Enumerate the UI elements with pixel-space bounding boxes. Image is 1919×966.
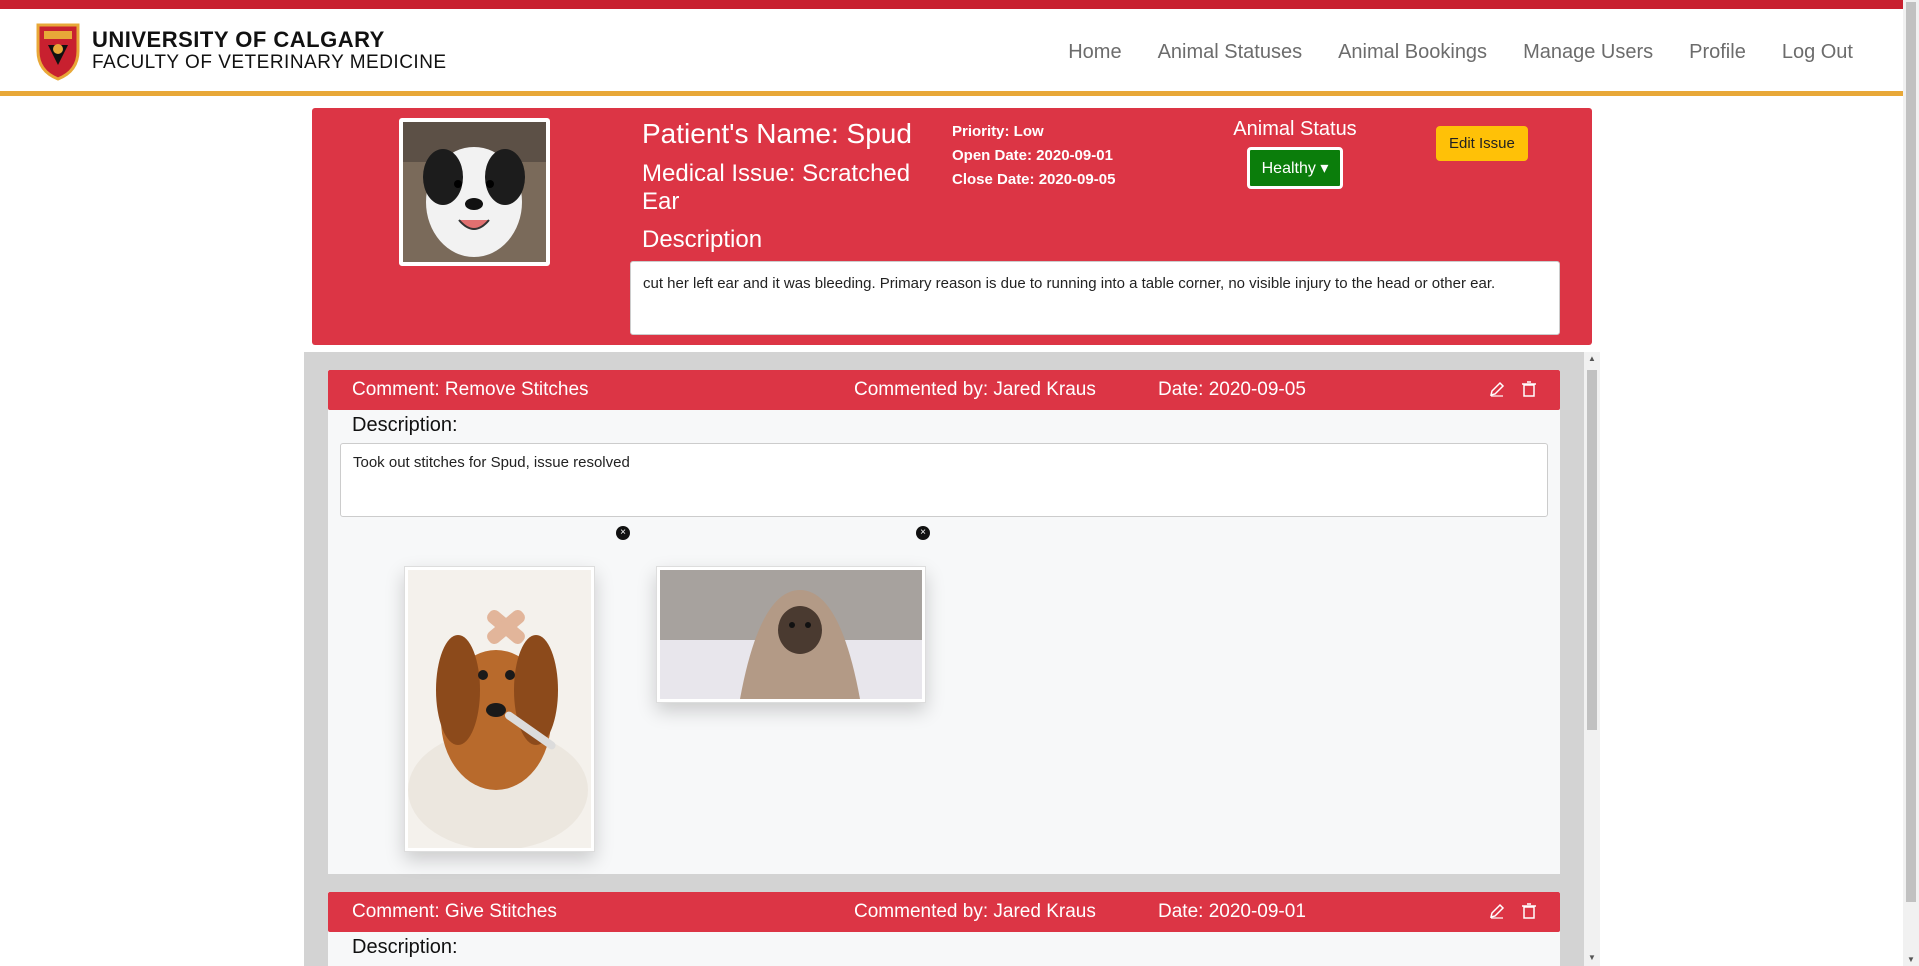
comment-card: Comment: Give Stitches Commented by: Jar… [328,892,1560,966]
comment-description-label: Description: [352,414,458,436]
status-dropdown[interactable]: Healthy ▾ [1246,147,1344,189]
university-logo[interactable]: UNIVERSITY OF CALGARY FACULTY OF VETERIN… [34,21,447,81]
nav-log-out[interactable]: Log Out [1782,41,1853,64]
comment-description-label: Description: [352,936,458,958]
nav-links: Home Animal Statuses Animal Bookings Man… [1068,41,1853,64]
dachshund-photo-icon [408,570,591,850]
patient-name: Patient's Name: Spud [642,118,912,149]
brand-line1: UNIVERSITY OF CALGARY [92,27,385,52]
comment-date: Date: 2020-09-01 [1158,901,1306,922]
nav-manage-users[interactable]: Manage Users [1523,41,1653,64]
comment-header: Comment: Remove Stitches Commented by: J… [328,370,1560,410]
animal-status-title: Animal Status [1233,118,1357,140]
comments-scrollbar-thumb[interactable] [1587,370,1597,730]
remove-image-icon[interactable]: × [616,526,630,540]
comment-image[interactable] [404,566,595,852]
close-date: Close Date: 2020-09-05 [952,171,1116,188]
trash-icon[interactable] [1520,902,1538,920]
scroll-up-icon[interactable]: ▲ [1588,354,1596,363]
status-value: Healthy [1261,160,1316,177]
priority: Priority: Low [952,123,1044,140]
comment-header: Comment: Give Stitches Commented by: Jar… [328,892,1560,932]
comment-image[interactable] [656,566,926,703]
brand-line2: FACULTY OF VETERINARY MEDICINE [92,52,447,73]
top-accent-strip [0,0,1919,9]
comment-author: Commented by: Jared Kraus [854,901,1096,922]
medical-issue: Medical Issue: Scratched Ear [642,160,911,215]
nav-animal-statuses[interactable]: Animal Statuses [1158,41,1303,64]
page-scrollbar-thumb[interactable] [1906,2,1916,902]
nav-animal-bookings[interactable]: Animal Bookings [1338,41,1487,64]
nav-profile[interactable]: Profile [1689,41,1746,64]
comments-scrollbar[interactable]: ▲ ▼ [1584,352,1600,966]
pencil-icon[interactable] [1488,902,1506,920]
pug-photo-icon [660,570,922,699]
comments-panel[interactable]: ▲ ▼ Comment: Remove Stitches Commented b… [304,352,1600,966]
patient-photo [399,118,550,266]
pencil-icon[interactable] [1488,380,1506,398]
issue-card: Patient's Name: Spud Medical Issue: Scra… [312,108,1592,345]
animal-status-block: Animal Status Healthy ▾ [1225,118,1365,189]
page-scrollbar[interactable]: ▲ ▼ [1903,0,1919,966]
navbar: UNIVERSITY OF CALGARY FACULTY OF VETERIN… [0,9,1903,96]
comment-date: Date: 2020-09-05 [1158,379,1306,400]
dog-photo-icon [403,122,546,262]
comment-title: Comment: Remove Stitches [352,379,589,400]
comment-description-field[interactable]: Took out stitches for Spud, issue resolv… [340,443,1548,517]
trash-icon[interactable] [1520,380,1538,398]
edit-issue-button[interactable]: Edit Issue [1436,126,1528,161]
issue-description-field[interactable]: cut her left ear and it was bleeding. Pr… [630,261,1560,335]
comment-title: Comment: Give Stitches [352,901,557,922]
issue-meta: Priority: Low Open Date: 2020-09-01 Clos… [952,120,1115,192]
comment-author: Commented by: Jared Kraus [854,379,1096,400]
nav-home[interactable]: Home [1068,41,1121,64]
crest-icon [36,23,80,81]
comment-card: Comment: Remove Stitches Commented by: J… [328,370,1560,874]
open-date: Open Date: 2020-09-01 [952,147,1113,164]
scroll-down-icon[interactable]: ▼ [1588,953,1596,962]
scroll-down-icon[interactable]: ▼ [1907,955,1915,964]
description-heading: Description [642,226,763,253]
caret-down-icon: ▾ [1320,160,1329,177]
remove-image-icon[interactable]: × [916,526,930,540]
